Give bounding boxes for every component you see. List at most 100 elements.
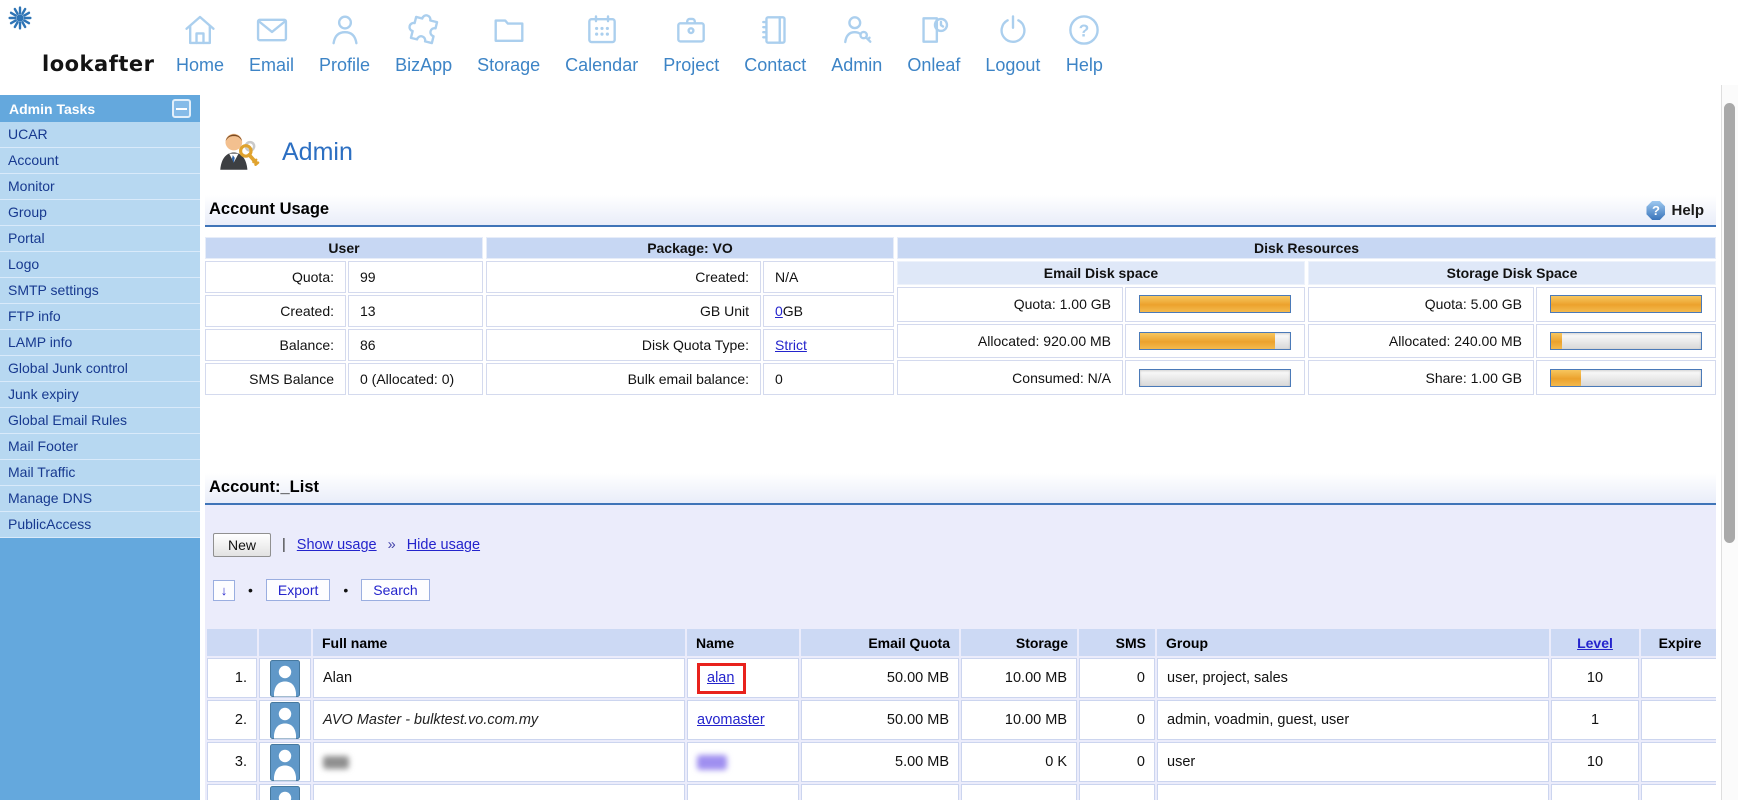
column-header-storage: Storage bbox=[961, 629, 1077, 656]
account-name-link[interactable]: alan bbox=[707, 670, 734, 686]
nav-item-admin[interactable]: Admin bbox=[831, 11, 882, 76]
contact-icon bbox=[756, 11, 794, 54]
sidebar-item-junk-expiry[interactable]: Junk expiry bbox=[0, 382, 200, 408]
sidebar-item-group[interactable]: Group bbox=[0, 200, 200, 226]
nav-item-calendar[interactable]: Calendar bbox=[565, 11, 638, 76]
nav-item-bizapp[interactable]: BizApp bbox=[395, 11, 452, 76]
sms-cell: 0 bbox=[1079, 700, 1155, 740]
usage-disk-header: Disk Resources bbox=[897, 237, 1716, 259]
column-header-expire: Expire bbox=[1641, 629, 1716, 656]
disk-row: Quota: 1.00 GB bbox=[897, 287, 1305, 322]
row-number-cell: 3. bbox=[207, 742, 257, 782]
full-name-cell: Alan bbox=[313, 658, 685, 698]
progress-bar bbox=[1139, 295, 1291, 313]
progress-bar-fill bbox=[1140, 296, 1290, 312]
nav-item-email[interactable]: Email bbox=[249, 11, 294, 76]
disk-label: Allocated: 240.00 MB bbox=[1308, 324, 1534, 359]
nav-item-home[interactable]: Home bbox=[176, 11, 224, 76]
account-list-area: New | Show usage » Hide usage ↓ • Export… bbox=[205, 505, 1716, 800]
dot-separator: • bbox=[248, 582, 253, 598]
toolbar-separator: | bbox=[282, 537, 286, 553]
email-quota-cell: 5.00 MB bbox=[801, 742, 959, 782]
new-button[interactable]: New bbox=[213, 533, 271, 557]
disk-section-storage-disk-space: Storage Disk SpaceQuota: 5.00 GBAllocate… bbox=[1308, 261, 1716, 395]
sidebar-item-lamp-info[interactable]: LAMP info bbox=[0, 330, 200, 356]
email-quota-cell bbox=[801, 784, 959, 800]
scrollbar-thumb[interactable] bbox=[1724, 103, 1735, 543]
nav-item-label: Contact bbox=[744, 55, 806, 76]
usage-user-header: User bbox=[205, 237, 483, 259]
nav-item-label: Logout bbox=[985, 55, 1040, 76]
help-button[interactable]: ? Help bbox=[1646, 201, 1704, 220]
usage-group-package: Package: VOCreated:N/AGB Unit0 GBDisk Qu… bbox=[486, 237, 894, 395]
account-table: Full nameNameEmail QuotaStorageSMSGroupL… bbox=[205, 627, 1716, 800]
usage-value: 0 bbox=[763, 363, 894, 395]
level-sort-link[interactable]: Level bbox=[1577, 635, 1613, 651]
sort-button[interactable]: ↓ bbox=[213, 580, 235, 601]
column-header-email-quota: Email Quota bbox=[801, 629, 959, 656]
usage-package-header: Package: VO bbox=[486, 237, 894, 259]
sidebar-item-logo[interactable]: Logo bbox=[0, 252, 200, 278]
usage-value-suffix: GB bbox=[783, 303, 803, 319]
storage-cell: 10.00 MB bbox=[961, 700, 1077, 740]
group-cell: admin, voadmin, guest, user bbox=[1157, 700, 1549, 740]
level-cell: 10 bbox=[1551, 742, 1639, 782]
usage-value-link[interactable]: 0 bbox=[775, 303, 783, 319]
sidebar-header: Admin Tasks bbox=[0, 95, 200, 122]
sidebar-items: UCARAccountMonitorGroupPortalLogoSMTP se… bbox=[0, 122, 200, 538]
usage-value-link[interactable]: Strict bbox=[775, 337, 807, 353]
account-table-header-row: Full nameNameEmail QuotaStorageSMSGroupL… bbox=[207, 629, 1716, 656]
sidebar-item-monitor[interactable]: Monitor bbox=[0, 174, 200, 200]
help-question-icon: ? bbox=[1646, 201, 1665, 220]
full-name-cell: AVO Master - bulktest.vo.com.my bbox=[313, 700, 685, 740]
account-name-link[interactable]: avomaster bbox=[697, 712, 765, 728]
nav-item-label: Help bbox=[1066, 55, 1103, 76]
nav-item-project[interactable]: Project bbox=[663, 11, 719, 76]
progress-bar-fill bbox=[1551, 333, 1562, 349]
sidebar-item-global-email-rules[interactable]: Global Email Rules bbox=[0, 408, 200, 434]
sidebar-item-mail-footer[interactable]: Mail Footer bbox=[0, 434, 200, 460]
nav-item-label: Project bbox=[663, 55, 719, 76]
export-button[interactable]: Export bbox=[266, 579, 330, 601]
avatar-cell bbox=[259, 784, 311, 800]
sidebar-item-manage-dns[interactable]: Manage DNS bbox=[0, 486, 200, 512]
starburst-icon bbox=[8, 6, 32, 30]
table-row bbox=[207, 784, 1716, 800]
hide-usage-link[interactable]: Hide usage bbox=[407, 537, 480, 553]
level-cell: 10 bbox=[1551, 658, 1639, 698]
expire-cell bbox=[1641, 742, 1716, 782]
progress-bar-fill bbox=[1551, 370, 1581, 386]
nav-item-contact[interactable]: Contact bbox=[744, 11, 806, 76]
expire-cell bbox=[1641, 784, 1716, 800]
usage-value: N/A bbox=[763, 261, 894, 293]
account-list-toolbar: New | Show usage » Hide usage bbox=[205, 505, 1716, 557]
account-usage-title: Account Usage bbox=[205, 200, 329, 225]
redacted-name-link[interactable] bbox=[697, 755, 727, 770]
nav-item-help[interactable]: ?Help bbox=[1065, 11, 1103, 76]
nav-item-logout[interactable]: Logout bbox=[985, 11, 1040, 76]
vertical-scrollbar[interactable] bbox=[1721, 85, 1738, 800]
sidebar-collapse-button[interactable] bbox=[172, 99, 191, 118]
disk-row: Allocated: 920.00 MB bbox=[897, 324, 1305, 359]
search-button[interactable]: Search bbox=[361, 579, 429, 601]
sidebar-item-portal[interactable]: Portal bbox=[0, 226, 200, 252]
table-row: 3.5.00 MB0 K0user10 bbox=[207, 742, 1716, 782]
sidebar-item-account[interactable]: Account bbox=[0, 148, 200, 174]
nav-item-profile[interactable]: Profile bbox=[319, 11, 370, 76]
row-number-cell: 1. bbox=[207, 658, 257, 698]
show-usage-link[interactable]: Show usage bbox=[297, 537, 377, 553]
sidebar-item-smtp-settings[interactable]: SMTP settings bbox=[0, 278, 200, 304]
sidebar-item-ucar[interactable]: UCAR bbox=[0, 122, 200, 148]
sidebar-item-mail-traffic[interactable]: Mail Traffic bbox=[0, 460, 200, 486]
disk-bar-cell bbox=[1125, 324, 1305, 359]
nav-item-onleaf[interactable]: Onleaf bbox=[907, 11, 960, 76]
sidebar-item-global-junk-control[interactable]: Global Junk control bbox=[0, 356, 200, 382]
nav-item-storage[interactable]: Storage bbox=[477, 11, 540, 76]
column-header-group: Group bbox=[1157, 629, 1549, 656]
sidebar-item-ftp-info[interactable]: FTP info bbox=[0, 304, 200, 330]
account-usage-section-header: Account Usage ? Help bbox=[205, 195, 1716, 227]
avatar-cell bbox=[259, 658, 311, 698]
sidebar-item-publicaccess[interactable]: PublicAccess bbox=[0, 512, 200, 538]
page-title: Admin bbox=[282, 138, 353, 167]
progress-bar bbox=[1550, 295, 1702, 313]
